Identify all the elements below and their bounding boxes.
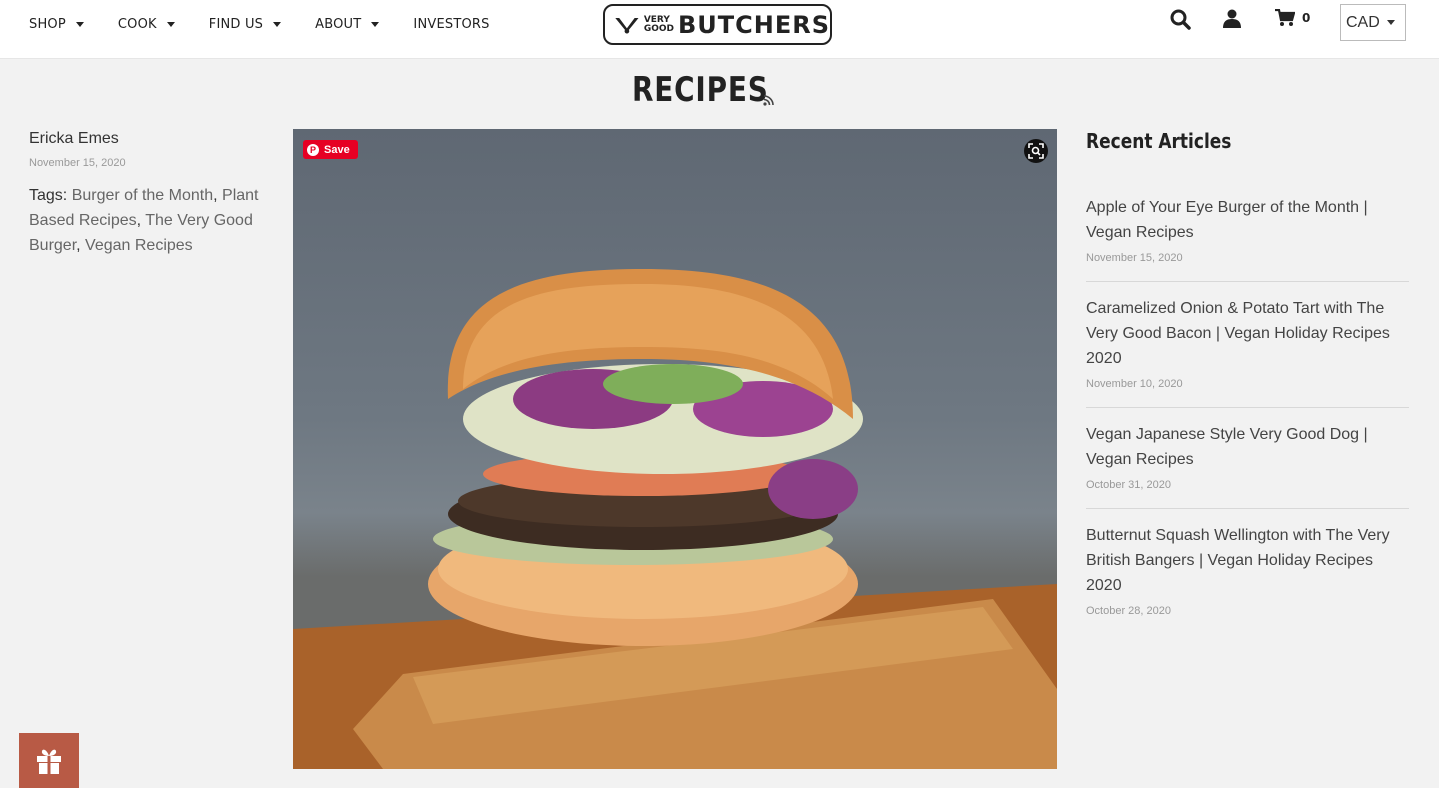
- nav-cook[interactable]: COOK: [118, 17, 175, 32]
- list-item: Caramelized Onion & Potato Tart with The…: [1086, 282, 1409, 408]
- main-nav: SHOP COOK FIND US ABOUT INVESTORS: [29, 0, 490, 48]
- rss-icon[interactable]: [763, 94, 775, 106]
- nav-investors-label: INVESTORS: [413, 16, 490, 32]
- nav-investors[interactable]: INVESTORS: [413, 17, 489, 32]
- search-button[interactable]: [1170, 9, 1191, 35]
- nav-shop[interactable]: SHOP: [29, 17, 84, 32]
- gift-icon: [37, 749, 61, 774]
- article-link[interactable]: Butternut Squash Wellington with The Ver…: [1086, 523, 1409, 598]
- article-link[interactable]: Vegan Japanese Style Very Good Dog | Veg…: [1086, 422, 1409, 472]
- tag-link[interactable]: Vegan Recipes: [85, 237, 193, 254]
- post-author: Ericka Emes: [29, 130, 119, 147]
- post-meta: Ericka Emes November 15, 2020 Tags: Burg…: [29, 130, 269, 258]
- logo-small-text: VERY GOOD: [643, 15, 674, 34]
- cleaver-logo-icon: [615, 17, 639, 33]
- account-button[interactable]: [1223, 9, 1241, 33]
- page-title: RECIPES: [632, 70, 769, 110]
- nav-shop-label: SHOP: [29, 16, 66, 32]
- article-link[interactable]: Apple of Your Eye Burger of the Month | …: [1086, 195, 1409, 245]
- post-hero-image: P Save: [293, 129, 1057, 769]
- article-date: November 15, 2020: [1086, 252, 1183, 264]
- cart-count: 0: [1302, 11, 1311, 25]
- visual-search-button[interactable]: [1024, 139, 1048, 163]
- gift-rewards-button[interactable]: [19, 733, 79, 788]
- recent-articles-list: Apple of Your Eye Burger of the Month | …: [1086, 181, 1409, 634]
- site-logo[interactable]: VERY GOOD BUTCHERS: [603, 4, 832, 45]
- site-header: SHOP COOK FIND US ABOUT INVESTORS VERY G…: [0, 0, 1439, 59]
- article-link[interactable]: Caramelized Onion & Potato Tart with The…: [1086, 296, 1409, 371]
- pinterest-icon: P: [307, 143, 319, 156]
- article-date: November 10, 2020: [1086, 378, 1183, 390]
- pinterest-save-button[interactable]: P Save: [303, 140, 358, 159]
- currency-select[interactable]: CAD: [1340, 4, 1406, 41]
- nav-find-us-label: FIND US: [208, 16, 264, 32]
- post-date: November 15, 2020: [29, 157, 126, 169]
- list-item: Vegan Japanese Style Very Good Dog | Veg…: [1086, 408, 1409, 509]
- lens-icon: [1028, 143, 1044, 159]
- cart-button[interactable]: 0: [1275, 9, 1310, 27]
- article-date: October 31, 2020: [1086, 479, 1172, 491]
- save-label: Save: [324, 143, 350, 156]
- currency-value: CAD: [1346, 13, 1380, 31]
- nav-cook-label: COOK: [117, 16, 157, 32]
- tag-link[interactable]: Burger of the Month: [72, 187, 213, 204]
- article-date: October 28, 2020: [1086, 605, 1172, 617]
- logo-butchers: BUTCHERS: [677, 10, 830, 39]
- caret-down-icon: [166, 21, 175, 27]
- caret-down-icon: [75, 21, 84, 27]
- user-icon: [1223, 9, 1241, 28]
- recent-articles-title: Recent Articles: [1086, 129, 1232, 153]
- recent-articles-sidebar: Recent Articles Apple of Your Eye Burger…: [1086, 129, 1409, 634]
- list-item: Apple of Your Eye Burger of the Month | …: [1086, 181, 1409, 282]
- search-icon: [1170, 9, 1191, 30]
- nav-find-us[interactable]: FIND US: [208, 16, 282, 32]
- caret-down-icon: [371, 21, 380, 27]
- caret-down-icon: [273, 21, 282, 27]
- nav-about[interactable]: ABOUT: [315, 16, 380, 32]
- cart-icon: [1275, 9, 1295, 26]
- caret-down-icon: [1386, 20, 1395, 25]
- logo-good: GOOD: [643, 23, 674, 34]
- nav-about-label: ABOUT: [315, 16, 362, 32]
- tags-label: Tags:: [29, 187, 68, 204]
- post-tags: Tags: Burger of the Month, Plant Based R…: [29, 187, 259, 254]
- list-item: Butternut Squash Wellington with The Ver…: [1086, 509, 1409, 634]
- burger-illustration: [293, 269, 1057, 769]
